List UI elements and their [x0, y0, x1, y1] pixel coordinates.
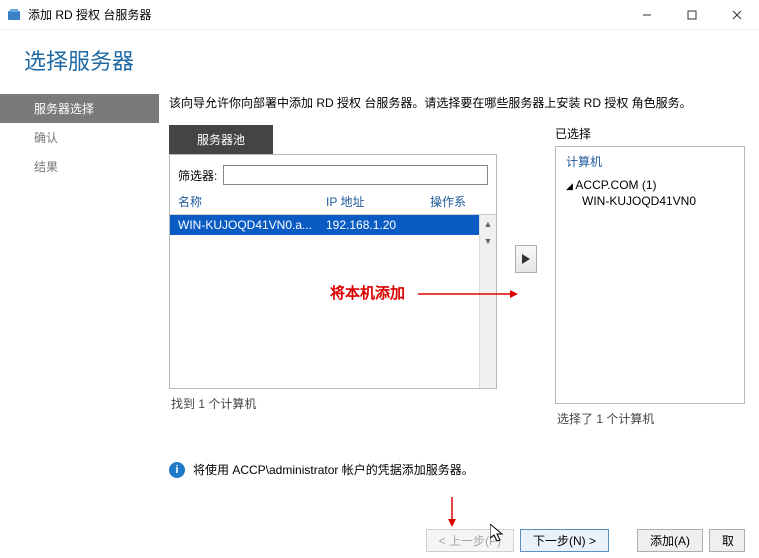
info-text: 将使用 ACCP\administrator 帐户的凭据添加服务器。 [193, 461, 474, 478]
selected-tree: ACCP.COM (1) WIN-KUJOQD41VN0 [556, 174, 744, 212]
server-pool-panel: 服务器池 筛选器: 名称 IP 地址 操作系 WIN-KUJOQD41VN0.a… [169, 125, 497, 418]
next-button[interactable]: 下一步(N) > [520, 529, 609, 552]
add-button[interactable]: 添加(A) [637, 529, 703, 552]
pool-status: 找到 1 个计算机 [169, 389, 497, 418]
selected-status: 选择了 1 个计算机 [555, 404, 745, 433]
maximize-button[interactable] [669, 0, 714, 29]
cell-ip: 192.168.1.20 [326, 218, 430, 232]
selected-panel: 已选择 计算机 ACCP.COM (1) WIN-KUJOQD41VN0 选择了… [555, 125, 745, 433]
col-os[interactable]: 操作系 [430, 193, 488, 210]
chevron-right-icon [522, 254, 530, 264]
filter-label: 筛选器: [178, 167, 217, 184]
minimize-button[interactable] [624, 0, 669, 29]
column-headers: 名称 IP 地址 操作系 [170, 193, 496, 214]
info-icon: i [169, 462, 185, 478]
cancel-button[interactable]: 取 [709, 529, 745, 552]
page-title: 选择服务器 [24, 44, 134, 76]
add-server-button[interactable] [515, 245, 537, 273]
selected-header: 计算机 [556, 147, 744, 174]
titlebar: 添加 RD 授权 台服务器 [0, 0, 759, 30]
prev-button: < 上一步(P) [426, 529, 514, 552]
filter-input[interactable] [223, 165, 488, 185]
col-name[interactable]: 名称 [178, 193, 326, 210]
app-icon [6, 7, 22, 23]
tab-server-pool[interactable]: 服务器池 [169, 125, 273, 154]
sidebar: 服务器选择 确认 结果 [0, 90, 159, 520]
sidebar-item-result[interactable]: 结果 [0, 152, 159, 181]
info-row: i 将使用 ACCP\administrator 帐户的凭据添加服务器。 [169, 461, 745, 478]
selected-title: 已选择 [555, 125, 745, 142]
instruction-text: 该向导允许你向部署中添加 RD 授权 台服务器。请选择要在哪些服务器上安装 RD… [169, 94, 745, 111]
scroll-up-icon[interactable]: ▲ [480, 215, 496, 232]
server-grid: WIN-KUJOQD41VN0.a... 192.168.1.20 ▲ ▼ [170, 214, 496, 388]
sidebar-item-server-select[interactable]: 服务器选择 [0, 94, 159, 123]
table-row[interactable]: WIN-KUJOQD41VN0.a... 192.168.1.20 [170, 215, 496, 235]
col-ip[interactable]: IP 地址 [326, 193, 430, 210]
close-button[interactable] [714, 0, 759, 29]
main-content: 该向导允许你向部署中添加 RD 授权 台服务器。请选择要在哪些服务器上安装 RD… [159, 90, 759, 520]
scroll-down-icon[interactable]: ▼ [480, 232, 496, 249]
footer-buttons: < 上一步(P) 下一步(N) > 添加(A) 取 [412, 523, 759, 558]
cell-name: WIN-KUJOQD41VN0.a... [178, 218, 326, 232]
page-header: 选择服务器 [0, 30, 759, 90]
window-title: 添加 RD 授权 台服务器 [28, 6, 624, 23]
sidebar-item-confirm[interactable]: 确认 [0, 123, 159, 152]
tree-host[interactable]: WIN-KUJOQD41VN0 [566, 194, 734, 208]
window-controls [624, 0, 759, 29]
tree-domain[interactable]: ACCP.COM (1) [566, 178, 734, 192]
scrollbar[interactable]: ▲ ▼ [479, 215, 496, 388]
